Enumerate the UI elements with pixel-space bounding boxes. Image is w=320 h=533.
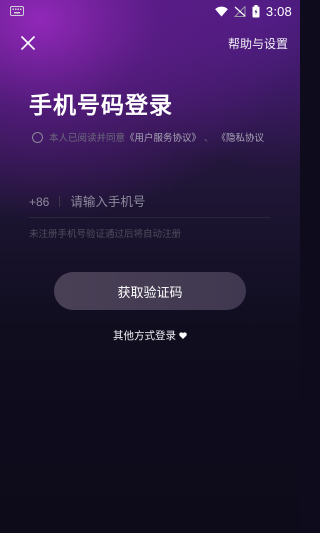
- get-code-button[interactable]: 获取验证码: [54, 272, 246, 310]
- user-agreement-link[interactable]: 《用户服务协议》: [125, 130, 201, 144]
- privacy-agreement-link[interactable]: 《隐私协议: [217, 130, 265, 144]
- wifi-icon: [215, 6, 228, 16]
- agreement-row: 本人已阅读并同意 《用户服务协议》 、 《隐私协议: [32, 130, 294, 144]
- signal-off-icon: [233, 5, 246, 17]
- status-bar: 3:08: [0, 0, 300, 22]
- phone-field-row: +86: [29, 186, 270, 218]
- other-login-link[interactable]: 其他方式登录: [0, 328, 300, 343]
- background-gradient: [0, 0, 300, 533]
- agreement-prefix: 本人已阅读并同意: [49, 133, 126, 144]
- register-hint: 未注册手机号验证通过后将自动注册: [29, 229, 182, 240]
- close-button[interactable]: [18, 33, 38, 53]
- status-time: 3:08: [265, 3, 292, 19]
- page-title: 手机号码登录: [29, 93, 173, 119]
- help-settings-link[interactable]: 帮助与设置: [228, 35, 288, 52]
- agreement-radio[interactable]: [32, 131, 43, 143]
- agreement-separator: 、: [204, 133, 214, 144]
- top-bar: 帮助与设置: [0, 30, 300, 56]
- country-code-divider: [59, 196, 61, 207]
- other-login-label: 其他方式登录: [113, 330, 176, 342]
- country-code[interactable]: +86: [29, 195, 49, 209]
- keyboard-icon: [10, 6, 24, 16]
- close-icon: [20, 35, 36, 51]
- heart-icon: [179, 332, 187, 339]
- battery-icon: [252, 4, 260, 17]
- phone-input[interactable]: [70, 194, 270, 209]
